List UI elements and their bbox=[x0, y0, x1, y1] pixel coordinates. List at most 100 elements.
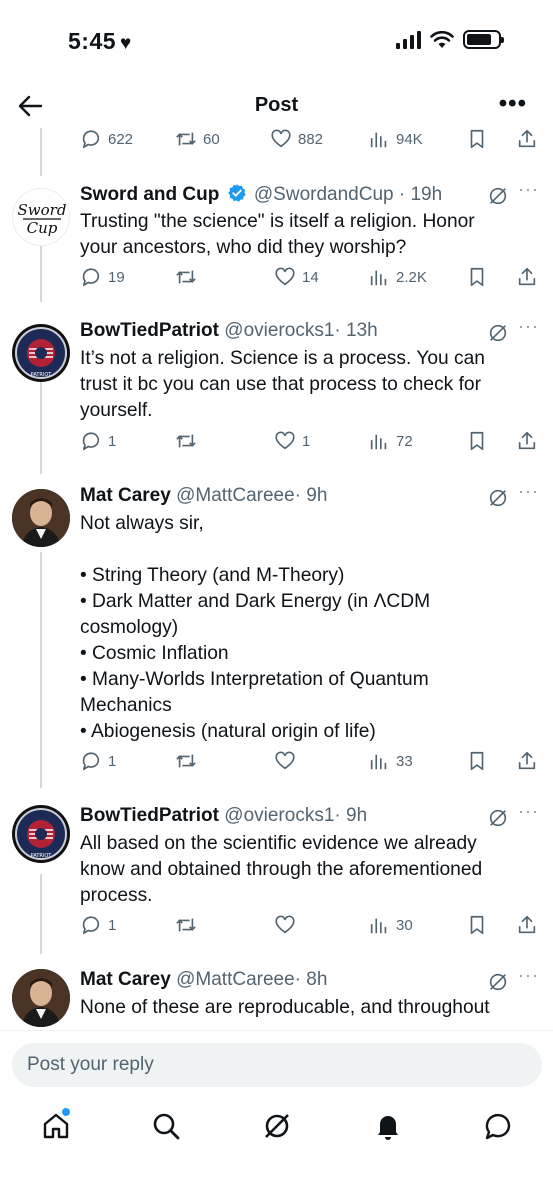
svg-text:Sword: Sword bbox=[18, 201, 67, 219]
avatar[interactable] bbox=[12, 969, 70, 1027]
avatar[interactable]: PATRIOT bbox=[12, 324, 70, 382]
tweet-header: Mat Carey @MattCareee· 8h bbox=[80, 969, 539, 995]
like-button[interactable]: 1 bbox=[274, 430, 310, 452]
reply-button[interactable]: 1 bbox=[80, 914, 116, 936]
tweet-time: · 9h bbox=[294, 485, 328, 506]
repost-button[interactable]: 60 bbox=[175, 128, 220, 150]
share-button[interactable] bbox=[516, 750, 538, 772]
grok-icon bbox=[265, 1114, 289, 1138]
tweet-more-icon[interactable]: ··· bbox=[518, 481, 539, 502]
author-name[interactable]: Mat Carey bbox=[80, 969, 171, 990]
more-options-icon[interactable]: ••• bbox=[499, 90, 527, 118]
bookmark-button[interactable] bbox=[466, 266, 488, 288]
reply-button[interactable]: 1 bbox=[80, 750, 116, 772]
share-button[interactable] bbox=[516, 430, 538, 452]
author-handle[interactable]: @ovierocks1 bbox=[224, 320, 334, 341]
share-button[interactable] bbox=[516, 914, 538, 936]
reply-button[interactable]: 1 bbox=[80, 430, 116, 452]
thread-line bbox=[40, 552, 42, 788]
author-handle[interactable]: @SwordandCup bbox=[254, 184, 394, 205]
author-handle[interactable]: @MattCareee bbox=[176, 969, 295, 990]
bookmark-button[interactable] bbox=[466, 750, 488, 772]
tab-search[interactable] bbox=[150, 1110, 182, 1142]
tweet-more-icon[interactable]: ··· bbox=[518, 965, 539, 986]
repost-button[interactable] bbox=[175, 750, 203, 772]
tab-notifications[interactable] bbox=[372, 1110, 404, 1142]
bell-icon bbox=[378, 1116, 398, 1140]
repost-button[interactable] bbox=[175, 914, 203, 936]
author-name[interactable]: BowTiedPatriot bbox=[80, 805, 219, 826]
bookmark-icon bbox=[470, 751, 484, 771]
views-button[interactable]: 33 bbox=[368, 750, 413, 772]
avatar[interactable] bbox=[12, 489, 70, 547]
bookmark-icon bbox=[470, 431, 484, 451]
bottom-tab-bar bbox=[0, 1100, 553, 1200]
svg-text:PATRIOT: PATRIOT bbox=[31, 853, 53, 859]
tweet-text: All based on the scientific evidence we … bbox=[80, 833, 483, 906]
repost-icon bbox=[176, 754, 196, 768]
like-button[interactable] bbox=[274, 914, 302, 936]
grok-icon[interactable] bbox=[487, 185, 509, 207]
tweet-time: · 13h bbox=[334, 320, 378, 341]
reply-icon bbox=[82, 130, 100, 149]
repost-button[interactable] bbox=[175, 430, 203, 452]
tweet-actions: 1 1 72 bbox=[80, 430, 539, 460]
tweet-more-icon[interactable]: ··· bbox=[518, 179, 539, 200]
views-button[interactable]: 30 bbox=[368, 914, 413, 936]
tweet-actions: 1 30 bbox=[80, 914, 539, 944]
tweet-header: BowTiedPatriot @ovierocks1· 9h bbox=[80, 805, 539, 831]
author-name[interactable]: Mat Carey bbox=[80, 485, 171, 506]
share-icon bbox=[518, 751, 536, 770]
reply-icon bbox=[82, 432, 100, 451]
grok-icon[interactable] bbox=[487, 971, 509, 993]
bookmark-button[interactable] bbox=[466, 914, 488, 936]
avatar[interactable]: Sword Cup bbox=[12, 188, 70, 246]
bookmark-button[interactable] bbox=[466, 430, 488, 452]
heart-outline-icon bbox=[275, 915, 295, 934]
share-icon bbox=[518, 129, 536, 148]
views-button[interactable]: 2.2K bbox=[368, 266, 427, 288]
like-button[interactable] bbox=[274, 750, 302, 772]
views-bar-chart-icon bbox=[370, 918, 387, 934]
bookmark-button[interactable] bbox=[466, 128, 488, 150]
author-handle[interactable]: @MattCareee bbox=[176, 485, 295, 506]
bookmark-icon bbox=[470, 267, 484, 287]
status-icons bbox=[396, 30, 504, 49]
views-bar-chart-icon bbox=[370, 270, 387, 286]
tweet-time: · 19h bbox=[398, 184, 443, 205]
views-button[interactable]: 72 bbox=[368, 430, 413, 452]
avatar[interactable]: PATRIOT bbox=[12, 805, 70, 863]
status-bar: 5:45 ♥ bbox=[0, 0, 553, 84]
wifi-icon bbox=[430, 30, 454, 48]
grok-icon[interactable] bbox=[487, 807, 509, 829]
tweet-more-icon[interactable]: ··· bbox=[518, 801, 539, 822]
grok-icon[interactable] bbox=[487, 487, 509, 509]
share-button[interactable] bbox=[516, 266, 538, 288]
cellular-signal-icon bbox=[396, 30, 421, 49]
heart-outline-icon bbox=[275, 267, 295, 286]
views-button[interactable]: 94K bbox=[368, 128, 423, 150]
tab-grok[interactable] bbox=[261, 1110, 293, 1142]
author-name[interactable]: Sword and Cup bbox=[80, 184, 219, 205]
top-nav: Post ••• bbox=[0, 84, 553, 128]
like-button[interactable]: 14 bbox=[274, 266, 319, 288]
tab-messages[interactable] bbox=[482, 1110, 514, 1142]
share-button[interactable] bbox=[516, 128, 538, 150]
views-bar-chart-icon bbox=[370, 434, 387, 450]
battery-icon bbox=[463, 30, 504, 49]
like-button[interactable]: 882 bbox=[270, 128, 323, 150]
author-name[interactable]: BowTiedPatriot bbox=[80, 320, 219, 341]
sword-and-cup-logo-icon: Sword Cup bbox=[18, 201, 67, 237]
reply-icon bbox=[82, 752, 100, 771]
repost-button[interactable] bbox=[175, 266, 203, 288]
reply-input[interactable]: Post your reply bbox=[12, 1043, 542, 1087]
reply-button[interactable]: 19 bbox=[80, 266, 125, 288]
grok-icon[interactable] bbox=[487, 322, 509, 344]
repost-icon bbox=[176, 434, 196, 448]
reply-button[interactable]: 622 bbox=[80, 128, 133, 150]
bookmark-icon bbox=[470, 129, 484, 149]
tweet-time: · 9h bbox=[334, 805, 368, 826]
author-handle[interactable]: @ovierocks1 bbox=[224, 805, 334, 826]
tweet-more-icon[interactable]: ··· bbox=[518, 316, 539, 337]
tweet-actions: 1 33 bbox=[80, 750, 539, 780]
